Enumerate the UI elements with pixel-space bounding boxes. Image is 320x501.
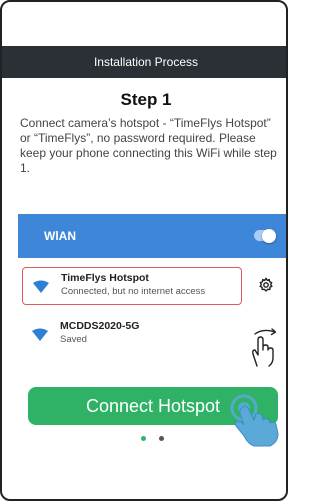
gear-icon[interactable] [258, 277, 274, 293]
network-name: MCDDS2020-5G [60, 320, 140, 332]
network-status: Connected, but no internet access [61, 286, 206, 297]
wifi-icon [33, 280, 49, 293]
page-dot-active[interactable] [141, 436, 146, 441]
page-indicator [2, 436, 286, 444]
wlan-bar: WlAN [18, 214, 286, 258]
network-status: Saved [60, 334, 87, 345]
wlan-label: WlAN [44, 229, 76, 243]
wifi-network-timeflys-hotspot[interactable]: TimeFlys Hotspot Connected, but no inter… [22, 267, 242, 305]
header-bar: Installation Process [2, 46, 286, 78]
page-dot[interactable] [159, 436, 164, 441]
step-description: Connect camera’s hotspot - “TimeFlys Hot… [20, 116, 277, 175]
phone-frame: Installation Process Step 1 Connect came… [0, 0, 288, 501]
connect-hotspot-label: Connect Hotspot [85, 395, 221, 416]
wifi-list: TimeFlys Hotspot Connected, but no inter… [18, 258, 286, 368]
swipe-hand-icon [252, 328, 277, 367]
header-title: Installation Process [93, 55, 199, 69]
toggle-knob [262, 228, 276, 243]
wlan-toggle[interactable] [254, 228, 276, 243]
step-title: Step 1 [120, 90, 172, 109]
network-name: TimeFlys Hotspot [61, 272, 149, 284]
wifi-icon [32, 328, 48, 341]
wifi-network-mcdds2020-5g[interactable]: MCDDS2020-5G Saved [22, 316, 242, 354]
